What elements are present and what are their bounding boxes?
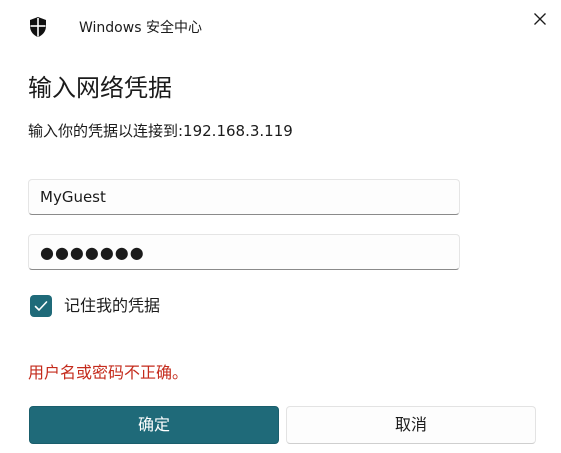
- error-message: 用户名或密码不正确。: [28, 363, 189, 382]
- cancel-button[interactable]: 取消: [286, 406, 536, 444]
- ok-button[interactable]: 确定: [29, 406, 279, 444]
- dialog-subtitle: 输入你的凭据以连接到:192.168.3.119: [28, 122, 293, 140]
- app-title: Windows 安全中心: [79, 20, 202, 36]
- username-field[interactable]: [28, 179, 460, 215]
- close-button[interactable]: [522, 4, 558, 34]
- credential-dialog: Windows 安全中心 输入网络凭据 输入你的凭据以连接到:192.168.3…: [0, 0, 561, 453]
- shield-icon: [28, 16, 48, 38]
- remember-checkbox[interactable]: [30, 295, 52, 317]
- remember-label[interactable]: 记住我的凭据: [64, 296, 160, 316]
- password-field[interactable]: [28, 234, 460, 270]
- title-bar: Windows 安全中心: [0, 0, 561, 56]
- dialog-heading: 输入网络凭据: [28, 74, 172, 102]
